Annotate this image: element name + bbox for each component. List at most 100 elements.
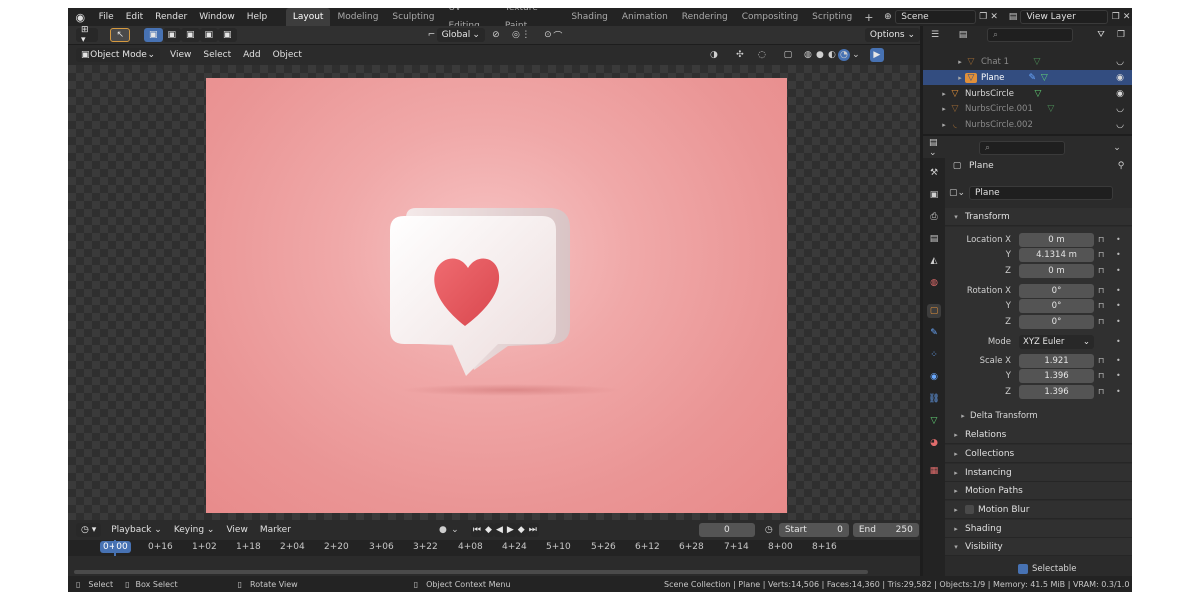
select-tool-icon[interactable]: ↖	[110, 28, 130, 42]
menu-add[interactable]: Add	[237, 50, 266, 60]
tab-shading[interactable]: Shading	[564, 8, 615, 26]
lock-icon[interactable]: ⊓	[1098, 250, 1104, 259]
object-tab-icon[interactable]: ▢	[927, 304, 941, 318]
lock-icon[interactable]: ⊓	[1098, 301, 1104, 310]
play-forward-icon[interactable]: ▶	[504, 523, 516, 537]
new-view-layer-icon[interactable]: ❐	[1110, 11, 1121, 23]
lock-icon[interactable]: ⊓	[1098, 266, 1104, 275]
editor-type-icon[interactable]: ⊞ ▾	[76, 25, 99, 45]
keyframe-dot-icon[interactable]: •	[1116, 250, 1121, 259]
blender-logo-icon[interactable]: ◉	[74, 10, 87, 24]
properties-search-input[interactable]: ⌕	[979, 141, 1065, 155]
play-icon[interactable]: ▶	[869, 48, 884, 62]
new-collection-icon[interactable]: ❐	[1115, 29, 1127, 41]
menu-render[interactable]: Render	[149, 8, 193, 26]
menu-select[interactable]: Select	[197, 50, 237, 60]
pivot-point-icon[interactable]: ⊘	[491, 29, 501, 41]
tab-sculpting[interactable]: Sculpting	[385, 8, 441, 26]
material-tab-icon[interactable]: ◕	[927, 436, 941, 450]
lock-icon[interactable]: ⊓	[1098, 387, 1104, 396]
particles-tab-icon[interactable]: ⁘	[927, 348, 941, 362]
rotation-x-field[interactable]: 0°	[1019, 284, 1094, 298]
collections-section-header[interactable]: ▸ Collections	[945, 445, 1132, 463]
view-layer-tab-icon[interactable]: ▤	[927, 232, 941, 246]
gizmo-icon[interactable]: ✣	[734, 49, 746, 61]
outliner-item-nurbscircle-002[interactable]: ▸ ◟ NurbsCircle.002 ◡	[923, 117, 1132, 132]
snap-target-icon[interactable]: ⋮	[521, 29, 531, 41]
lock-icon[interactable]: ⊓	[1098, 371, 1104, 380]
menu-file[interactable]: File	[93, 8, 120, 26]
lock-icon[interactable]: ⊓	[1098, 356, 1104, 365]
motion-paths-section-header[interactable]: ▸ Motion Paths	[945, 482, 1132, 500]
eye-icon[interactable]: ◉	[1116, 89, 1124, 99]
transform-orientation-dropdown[interactable]: Global ⌄	[436, 28, 485, 42]
object-name-field[interactable]: Plane	[969, 186, 1113, 200]
properties-options-icon[interactable]: ⌄	[1111, 142, 1123, 154]
proportional-edit-icon[interactable]: ⊙	[543, 29, 553, 41]
menu-object[interactable]: Object	[267, 50, 308, 60]
eye-icon[interactable]: ◉	[1116, 73, 1124, 83]
selectable-row[interactable]: Selectable	[1018, 563, 1128, 575]
record-options-icon[interactable]: ⌄	[449, 524, 461, 536]
render-tab-icon[interactable]: ▣	[927, 188, 941, 202]
constraints-tab-icon[interactable]: ⛓	[927, 392, 941, 406]
record-icon[interactable]: ●	[437, 524, 449, 536]
tab-rendering[interactable]: Rendering	[675, 8, 735, 26]
menu-playback[interactable]: Playback ⌄	[105, 525, 168, 535]
properties-editor-icon[interactable]: ▤ ⌄	[929, 138, 941, 158]
outliner-search-input[interactable]: ⌕	[987, 28, 1073, 42]
object-data-icon[interactable]: ▢⌄	[949, 187, 965, 199]
snap-icon[interactable]: ◎	[511, 29, 521, 41]
xray-icon[interactable]: ▢	[782, 49, 794, 61]
start-frame-field[interactable]: Start 0	[778, 523, 849, 537]
outliner-item-chat-1[interactable]: ▸ ▽ Chat 1 ▽ ◡	[923, 54, 1132, 69]
keyframe-dot-icon[interactable]: •	[1116, 337, 1121, 346]
relations-section-header[interactable]: ▸ Relations	[945, 426, 1132, 444]
options-dropdown[interactable]: Options ⌄	[864, 28, 921, 42]
lock-icon[interactable]: ⊓	[1098, 317, 1104, 326]
world-tab-icon[interactable]: ◍	[927, 276, 941, 290]
modifier-tab-icon[interactable]: ✎	[927, 326, 941, 340]
rendered-shading-icon[interactable]: ◔	[837, 49, 850, 61]
prev-keyframe-icon[interactable]: ◆	[483, 523, 494, 537]
motion-blur-checkbox[interactable]	[965, 505, 974, 514]
scale-x-field[interactable]: 1.921	[1019, 354, 1094, 368]
rotation-y-field[interactable]: 0°	[1019, 299, 1094, 313]
tab-modeling[interactable]: Modeling	[330, 8, 385, 26]
tool-tab-icon[interactable]: ⚒	[927, 166, 941, 180]
expand-arrow-icon[interactable]: ▸	[939, 90, 949, 98]
tab-animation[interactable]: Animation	[615, 8, 675, 26]
display-mode-icon[interactable]: ▤	[957, 29, 969, 41]
lock-icon[interactable]: ⊓	[1098, 286, 1104, 295]
texture-tab-icon[interactable]: ▦	[927, 464, 941, 478]
keyframe-dot-icon[interactable]: •	[1116, 371, 1121, 380]
location-z-field[interactable]: 0 m	[1019, 264, 1094, 278]
instancing-section-header[interactable]: ▸ Instancing	[945, 464, 1132, 482]
physics-tab-icon[interactable]: ◉	[927, 370, 941, 384]
current-frame-field[interactable]: 0	[698, 523, 755, 537]
outliner-item-plane[interactable]: ▸ ▽ Plane ✎ ▽ ◉	[923, 70, 1132, 85]
solid-shading-icon[interactable]: ●	[814, 49, 826, 61]
menu-marker[interactable]: Marker	[254, 525, 297, 535]
outliner-editor-icon[interactable]: ☰	[929, 29, 941, 41]
scene-tab-icon[interactable]: ◭	[927, 254, 941, 268]
visibility-icon[interactable]: ◑	[708, 49, 720, 61]
pin-icon[interactable]: ⚲	[1115, 160, 1127, 172]
jump-start-icon[interactable]: ⏮	[470, 523, 484, 537]
3d-viewport[interactable]	[68, 65, 920, 520]
tab-layout[interactable]: Layout	[285, 8, 331, 26]
end-frame-field[interactable]: End 250	[852, 523, 919, 537]
menu-window[interactable]: Window	[193, 8, 241, 26]
select-mode-intersect-icon[interactable]: ▣	[218, 28, 237, 42]
shading-options-icon[interactable]: ⌄	[850, 49, 862, 61]
remove-scene-icon[interactable]: ✕	[989, 11, 1000, 23]
proportional-falloff-icon[interactable]: ⌒	[553, 29, 563, 42]
view-layer-field[interactable]: View Layer	[1020, 10, 1109, 24]
tab-compositing[interactable]: Compositing	[735, 8, 805, 26]
keyframe-dot-icon[interactable]: •	[1116, 356, 1121, 365]
timeline-track[interactable]	[68, 556, 920, 576]
keyframe-dot-icon[interactable]: •	[1116, 317, 1121, 326]
keyframe-dot-icon[interactable]: •	[1116, 235, 1121, 244]
delta-transform-subpanel[interactable]: ▸ Delta Transform	[958, 409, 1118, 423]
hidden-eye-icon[interactable]: ◡	[1116, 104, 1124, 114]
